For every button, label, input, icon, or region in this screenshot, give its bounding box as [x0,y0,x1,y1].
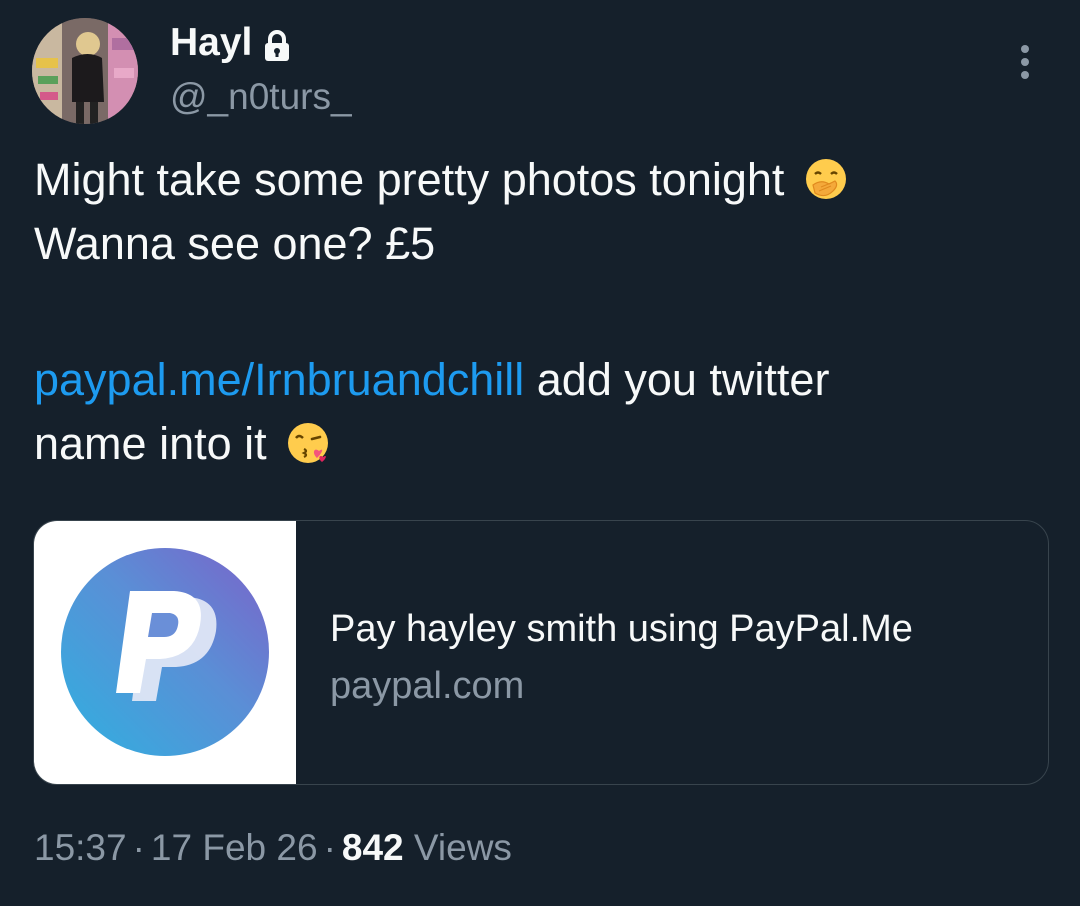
card-domain: paypal.com [330,665,525,707]
tweet-line-4-text: name into it [34,418,267,469]
face-blowing-a-kiss-emoji-icon [288,423,329,463]
display-name[interactable]: Hayl [170,20,290,66]
link-preview-card[interactable]: Pay hayley smith using PayPal.Me paypal.… [33,520,1049,785]
card-thumbnail [34,521,296,784]
tweet-line-1: Might take some pretty photos tonight [34,148,1044,212]
paypal-logo-icon [61,548,269,756]
tweet-line-3-text: add you twitter [524,354,830,405]
profile-photo-icon [32,18,138,124]
card-title: Pay hayley smith using PayPal.Me [330,608,913,650]
tweet-line-3: paypal.me/Irnbruandchill add you twitter [34,348,1044,412]
views-label: Views [403,827,512,868]
more-vertical-icon [1021,45,1029,79]
tweet-text: Might take some pretty photos tonight Wa… [34,148,1044,476]
tweet-time[interactable]: 15:37 [34,827,127,868]
tweet-line-2: Wanna see one? £5 [34,218,436,269]
tweet-line-1-text: Might take some pretty photos tonight [34,154,785,205]
paypal-link[interactable]: paypal.me/Irnbruandchill [34,354,524,405]
tweet-meta: 15:37 · 17 Feb 26 · 842 Views [34,824,512,872]
separator: · [323,827,336,868]
tweet-line-4: name into it [34,412,1044,476]
views-count[interactable]: 842 [342,827,404,868]
separator: · [132,827,145,868]
tweet-date[interactable]: 17 Feb 26 [151,827,318,868]
lock-icon [264,27,290,61]
display-name-text: Hayl [170,21,253,64]
avatar[interactable] [32,18,138,124]
face-with-hand-over-mouth-emoji-icon [805,159,846,199]
user-handle[interactable]: @_n0turs_ [170,75,352,119]
more-options-button[interactable] [1010,40,1040,84]
tweet: Hayl @_n0turs_ Might take some pretty ph… [0,0,1080,906]
